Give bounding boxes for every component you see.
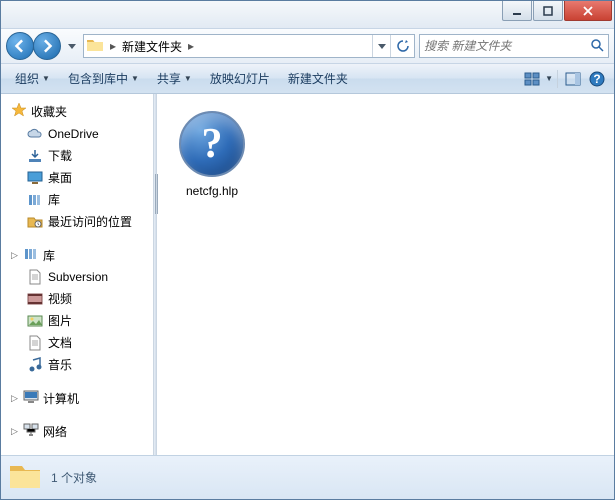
sidebar-item-documents[interactable]: 文档 — [1, 332, 153, 354]
close-button[interactable] — [564, 1, 612, 21]
include-library-button[interactable]: 包含到库中▼ — [60, 67, 147, 90]
chevron-right-icon: ▷ — [11, 393, 19, 404]
breadcrumb-current[interactable]: 新建文件夹 — [118, 35, 186, 57]
video-icon — [27, 291, 43, 307]
breadcrumb-arrow-icon[interactable]: ▸ — [108, 35, 118, 57]
document-icon — [27, 269, 43, 285]
star-icon — [11, 102, 27, 121]
back-button[interactable] — [6, 32, 34, 60]
toolbar: 组织▼ 包含到库中▼ 共享▼ 放映幻灯片 新建文件夹 ▼ ? — [1, 64, 614, 94]
search-icon[interactable] — [590, 38, 604, 55]
file-item[interactable]: ? netcfg.hlp — [167, 104, 257, 202]
svg-text:?: ? — [593, 72, 600, 86]
sidebar-item-onedrive[interactable]: OneDrive — [1, 123, 153, 145]
library-icon — [27, 192, 43, 208]
sidebar-item-desktop[interactable]: 桌面 — [1, 167, 153, 189]
preview-pane-button[interactable] — [562, 68, 584, 90]
share-button[interactable]: 共享▼ — [149, 67, 200, 90]
explorer-window: ▸ 新建文件夹 ▸ 组织▼ 包含到库中▼ 共享▼ 放映幻灯片 新建文件夹 ▼ ? — [0, 0, 615, 500]
navigation-sidebar: 收藏夹 OneDrive 下载 桌面 库 最近访问的位置 ▷ 库 Subvers… — [1, 94, 153, 455]
computer-icon — [23, 390, 39, 407]
sidebar-network-header[interactable]: ▷ 网络 — [1, 421, 153, 442]
chevron-right-icon: ▷ — [11, 250, 19, 261]
sidebar-libraries-header[interactable]: ▷ 库 — [1, 245, 153, 266]
status-text: 1 个对象 — [51, 469, 97, 486]
sidebar-item-pictures[interactable]: 图片 — [1, 310, 153, 332]
sidebar-favorites-header[interactable]: 收藏夹 — [1, 100, 153, 123]
address-bar[interactable]: ▸ 新建文件夹 ▸ — [83, 34, 415, 58]
search-input[interactable] — [424, 39, 590, 53]
file-name-label: netcfg.hlp — [186, 184, 238, 198]
nav-bar: ▸ 新建文件夹 ▸ — [1, 29, 614, 64]
sidebar-item-music[interactable]: 音乐 — [1, 354, 153, 376]
document-icon — [27, 335, 43, 351]
search-box[interactable] — [419, 34, 609, 58]
sidebar-item-library-fav[interactable]: 库 — [1, 189, 153, 211]
sidebar-splitter[interactable] — [153, 94, 157, 455]
titlebar — [1, 1, 614, 29]
music-icon — [27, 357, 43, 373]
network-icon — [23, 423, 39, 440]
sidebar-item-subversion[interactable]: Subversion — [1, 266, 153, 288]
organize-button[interactable]: 组织▼ — [7, 67, 58, 90]
view-dropdown[interactable]: ▼ — [545, 74, 553, 83]
help-button[interactable]: ? — [586, 68, 608, 90]
nav-history-dropdown[interactable] — [65, 36, 79, 56]
file-list-area[interactable]: ? netcfg.hlp — [157, 94, 614, 455]
folder-icon — [87, 38, 105, 55]
desktop-icon — [27, 170, 43, 186]
forward-button[interactable] — [33, 32, 61, 60]
chevron-right-icon: ▷ — [11, 426, 19, 437]
breadcrumb-arrow-icon[interactable]: ▸ — [186, 35, 196, 57]
folder-icon — [9, 462, 41, 494]
sidebar-item-videos[interactable]: 视频 — [1, 288, 153, 310]
status-bar: 1 个对象 — [1, 455, 614, 499]
refresh-button[interactable] — [390, 35, 414, 57]
cloud-icon — [27, 126, 43, 142]
view-options-button[interactable] — [521, 68, 543, 90]
help-file-icon: ? — [176, 108, 248, 180]
download-icon — [27, 148, 43, 164]
minimize-button[interactable] — [502, 1, 532, 21]
new-folder-button[interactable]: 新建文件夹 — [280, 67, 356, 90]
sidebar-item-downloads[interactable]: 下载 — [1, 145, 153, 167]
library-icon — [23, 247, 39, 264]
sidebar-computer-header[interactable]: ▷ 计算机 — [1, 388, 153, 409]
sidebar-item-recent[interactable]: 最近访问的位置 — [1, 211, 153, 233]
picture-icon — [27, 313, 43, 329]
slideshow-button[interactable]: 放映幻灯片 — [202, 67, 278, 90]
address-dropdown[interactable] — [372, 35, 390, 57]
recent-icon — [27, 214, 43, 230]
maximize-button[interactable] — [533, 1, 563, 21]
